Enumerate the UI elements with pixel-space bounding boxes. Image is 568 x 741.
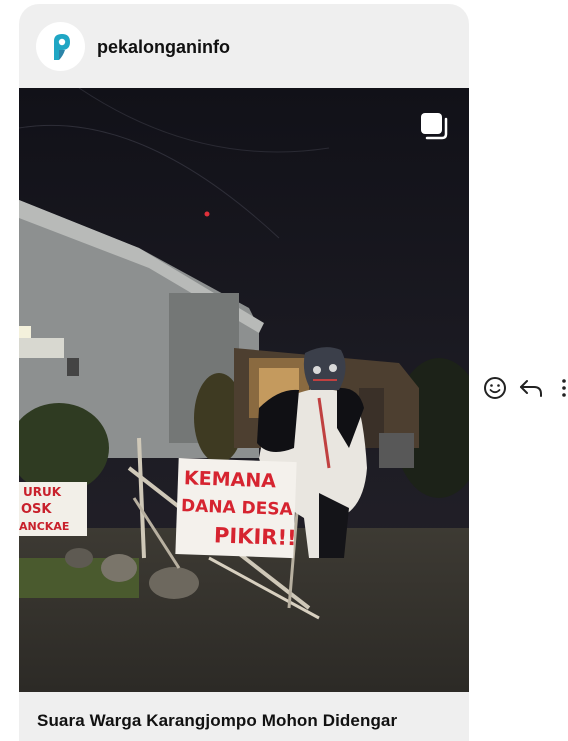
left-banner-line-2: OSK (21, 502, 52, 517)
left-banner-line-3: ANCKAE (19, 520, 69, 533)
left-banner: URUK OSK ANCKAE (19, 482, 87, 536)
post-header: pekalonganinfo (19, 4, 469, 88)
protest-scene: URUK OSK ANCKAE KEMANA DANA DESA PIKIR!! (19, 88, 469, 692)
post-card: pekalonganinfo URUK OSK ANCKAE KEMANA DA… (19, 4, 469, 741)
main-sign: KEMANA DANA DESA PIKIR!! (175, 458, 297, 559)
emoji-icon[interactable] (483, 376, 507, 400)
post-image[interactable]: URUK OSK ANCKAE KEMANA DANA DESA PIKIR!! (19, 88, 469, 692)
carousel-icon (421, 113, 448, 140)
pekalongan-logo-icon (41, 27, 80, 66)
username[interactable]: pekalonganinfo (97, 37, 230, 58)
sign-line-3: PIKIR!! (214, 523, 297, 550)
more-vertical-icon[interactable] (559, 376, 568, 400)
sign-line-2: DANA DESA (181, 496, 294, 520)
reply-icon[interactable] (518, 376, 544, 400)
left-banner-line-1: URUK (23, 485, 62, 499)
sign-line-1: KEMANA (184, 467, 277, 492)
post-caption: Suara Warga Karangjompo Mohon Didengar (37, 711, 398, 730)
avatar[interactable] (36, 22, 85, 71)
